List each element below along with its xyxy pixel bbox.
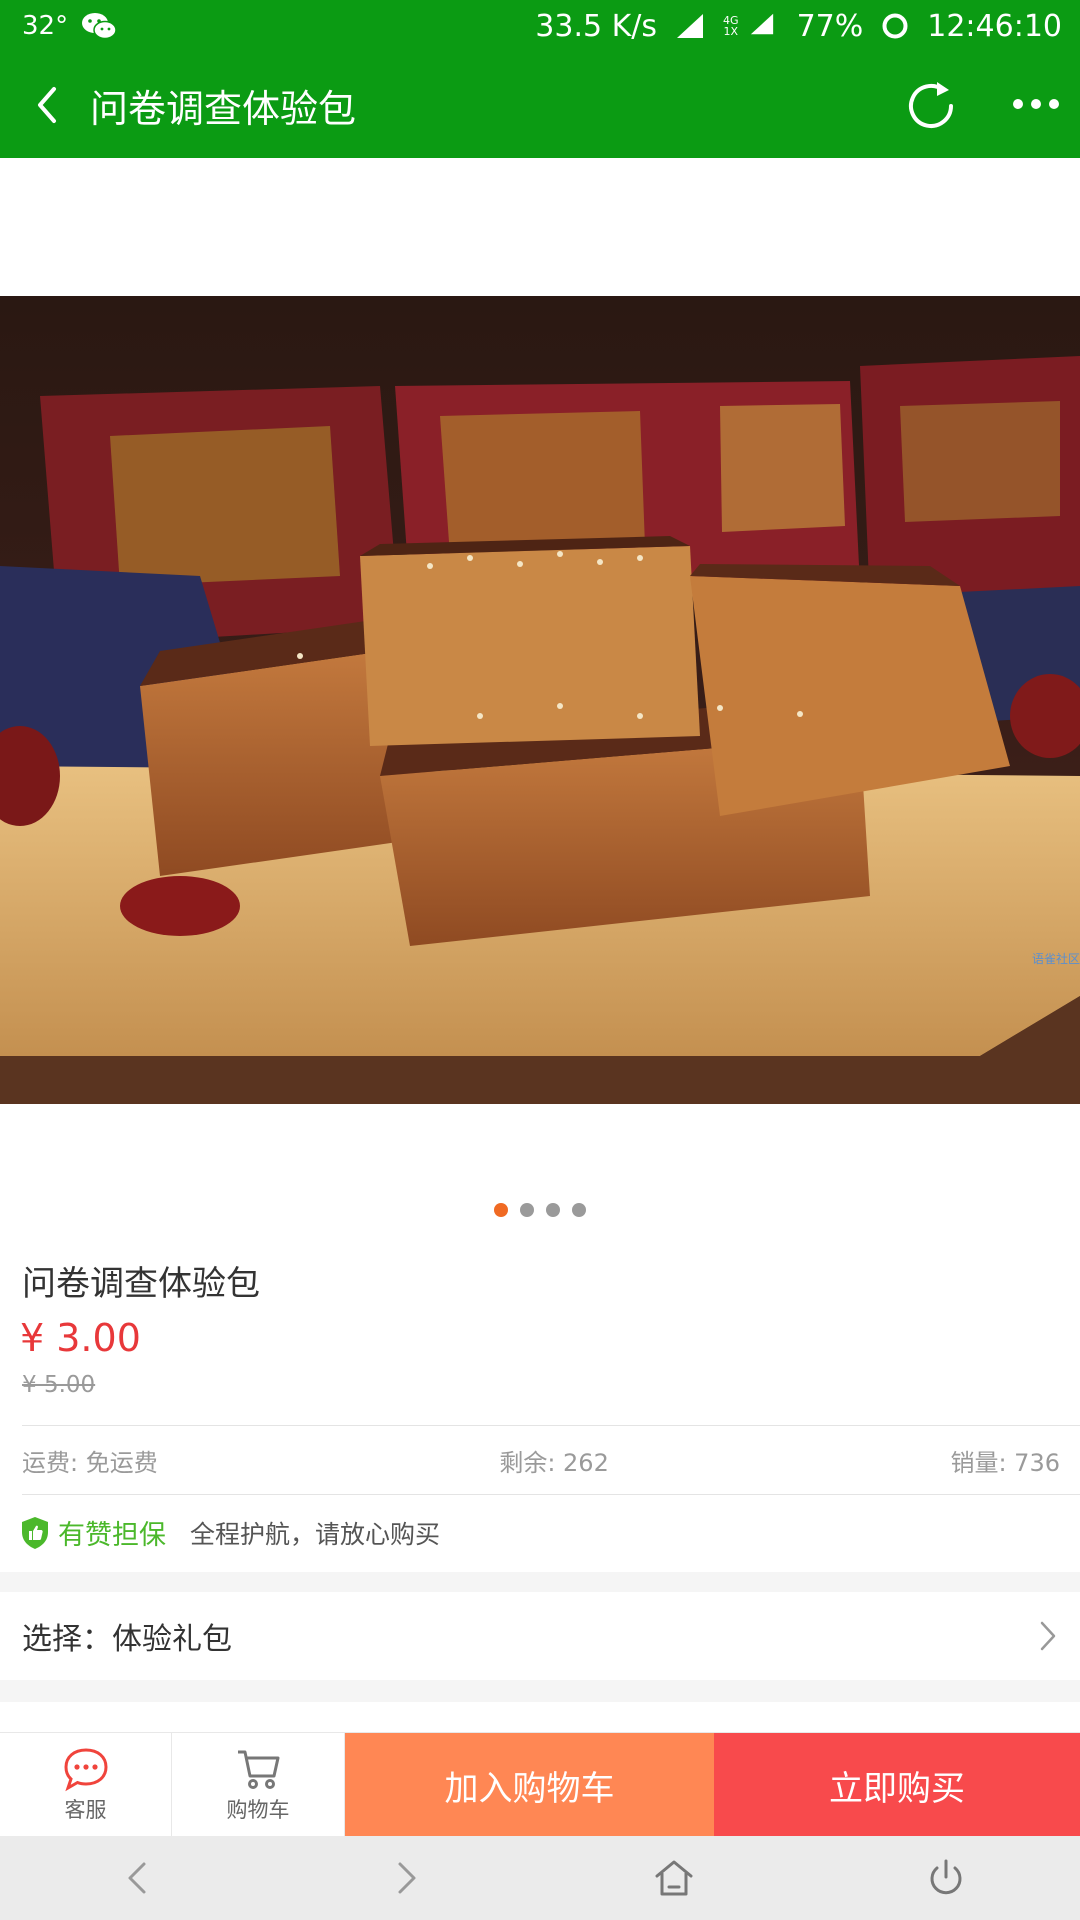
- sales-count: 销量: 736: [950, 1448, 1060, 1477]
- guarantee-row[interactable]: 有赞担保 全程护航，请放心购买: [20, 1513, 440, 1552]
- shopping-cart-icon: [234, 1746, 282, 1792]
- cart-button[interactable]: 购物车: [172, 1733, 345, 1837]
- refresh-icon[interactable]: [903, 76, 959, 132]
- back-icon[interactable]: [30, 81, 64, 129]
- carousel-dot[interactable]: [572, 1203, 586, 1217]
- home-icon[interactable]: [652, 1856, 696, 1900]
- browser-back-icon[interactable]: [116, 1856, 160, 1900]
- clock: 12:46:10: [927, 8, 1062, 44]
- shield-thumbs-up-icon: [20, 1516, 50, 1550]
- stock-remaining: 剩余: 262: [499, 1448, 609, 1477]
- info-row: 运费: 免运费 剩余: 262 销量: 736: [22, 1440, 1060, 1480]
- guarantee-text: 全程护航，请放心购买: [190, 1519, 441, 1549]
- network-type: 4G 1X: [723, 15, 739, 37]
- power-icon[interactable]: [924, 1856, 968, 1900]
- buy-now-button[interactable]: 立即购买: [714, 1733, 1080, 1837]
- divider: [22, 1494, 1080, 1495]
- chevron-right-icon: [1038, 1619, 1058, 1653]
- original-price: ¥ 5.00: [22, 1372, 96, 1398]
- product-image[interactable]: [0, 296, 1080, 1104]
- signal-icon: [749, 12, 779, 40]
- cart-label: 购物车: [226, 1798, 290, 1822]
- section-gap: [0, 1572, 1080, 1592]
- battery-percent: 77%: [796, 8, 864, 44]
- chat-bubble-icon: [62, 1746, 110, 1792]
- customer-service-label: 客服: [64, 1798, 107, 1822]
- signal-icon: [675, 12, 705, 40]
- browser-forward-icon[interactable]: [384, 1856, 428, 1900]
- title-bar: 问卷调查体验包: [0, 52, 1080, 158]
- bottom-action-bar: 客服 购物车 加入购物车 立即购买: [0, 1732, 1080, 1837]
- page-title: 问卷调查体验包: [90, 86, 357, 131]
- network-type-bottom: 1X: [723, 25, 739, 38]
- net-speed: 33.5 K/s: [535, 8, 658, 44]
- status-left: 32°: [22, 11, 118, 41]
- divider: [22, 1425, 1080, 1426]
- add-to-cart-button[interactable]: 加入购物车: [345, 1733, 714, 1837]
- guarantee-label: 有赞担保: [58, 1520, 166, 1551]
- image-watermark: 语雀社区: [1031, 952, 1080, 966]
- option-selector[interactable]: 选择：体验礼包: [0, 1592, 1080, 1680]
- section-gap: [0, 1680, 1080, 1702]
- product-title: 问卷调查体验包: [22, 1264, 260, 1304]
- battery-ring-icon: [881, 12, 909, 40]
- carousel-dot[interactable]: [494, 1203, 508, 1217]
- status-right: 33.5 K/s 4G 1X 77% 12:46:10: [535, 9, 1062, 44]
- temperature: 32°: [22, 11, 69, 41]
- shipping-fee: 运费: 免运费: [22, 1448, 158, 1477]
- carousel-dot[interactable]: [546, 1203, 560, 1217]
- more-icon[interactable]: [1010, 86, 1062, 122]
- status-bar: 32° 33.5 K/s 4G 1X 77% 12:46:10: [0, 0, 1080, 52]
- product-price: ¥ 3.00: [20, 1316, 141, 1360]
- option-text: 选择：体验礼包: [22, 1622, 232, 1657]
- carousel-indicator: [0, 1203, 1080, 1217]
- customer-service-button[interactable]: 客服: [0, 1733, 172, 1837]
- wechat-icon: [80, 11, 118, 41]
- system-nav-bar: [0, 1836, 1080, 1920]
- carousel-dot[interactable]: [520, 1203, 534, 1217]
